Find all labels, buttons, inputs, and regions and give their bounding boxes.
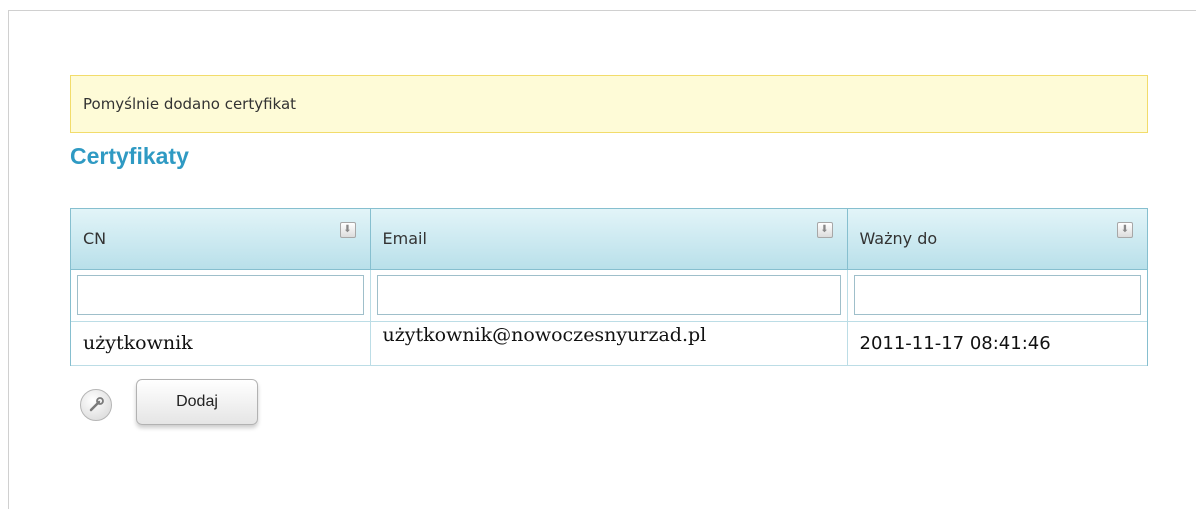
cell-cn: użytkownik [71, 321, 371, 366]
page-title: Certyfikaty [70, 143, 189, 169]
column-header-label: Email [382, 229, 427, 249]
certificates-grid: CN ⬇ Email ⬇ Ważny do ⬇ użytkownik użytk… [70, 208, 1148, 366]
header-row: CN ⬇ Email ⬇ Ważny do ⬇ [71, 209, 1147, 270]
column-header-cn[interactable]: CN ⬇ [71, 209, 371, 270]
table-row[interactable]: użytkownik użytkownik@nowoczesnyurzad.pl… [71, 321, 1147, 366]
filter-cell [71, 269, 371, 322]
sort-dropdown-icon[interactable]: ⬇ [816, 222, 833, 238]
cell-valid-until: 2011-11-17 08:41:46 [847, 321, 1147, 366]
success-notice-text: Pomyślnie dodano certyfikat [83, 95, 297, 113]
filter-cell [370, 269, 848, 322]
column-header-label: Ważny do [859, 229, 938, 249]
column-header-label: CN [83, 229, 107, 249]
column-header-valid-until[interactable]: Ważny do ⬇ [847, 209, 1147, 270]
sort-dropdown-icon[interactable]: ⬇ [339, 222, 356, 238]
filter-input-email[interactable] [376, 275, 841, 315]
cell-email: użytkownik@nowoczesnyurzad.pl [370, 321, 848, 366]
filter-input-valid-until[interactable] [853, 275, 1141, 315]
filter-input-cn[interactable] [77, 275, 364, 315]
column-header-email[interactable]: Email ⬇ [370, 209, 848, 270]
sort-dropdown-icon[interactable]: ⬇ [1117, 222, 1133, 238]
certificates-table: CN ⬇ Email ⬇ Ważny do ⬇ użytkownik użytk… [71, 209, 1147, 366]
filter-cell [847, 269, 1147, 322]
filter-row [71, 269, 1147, 322]
add-button[interactable]: Dodaj [136, 379, 258, 425]
wrench-icon[interactable] [80, 389, 112, 421]
success-notice: Pomyślnie dodano certyfikat [70, 75, 1148, 133]
